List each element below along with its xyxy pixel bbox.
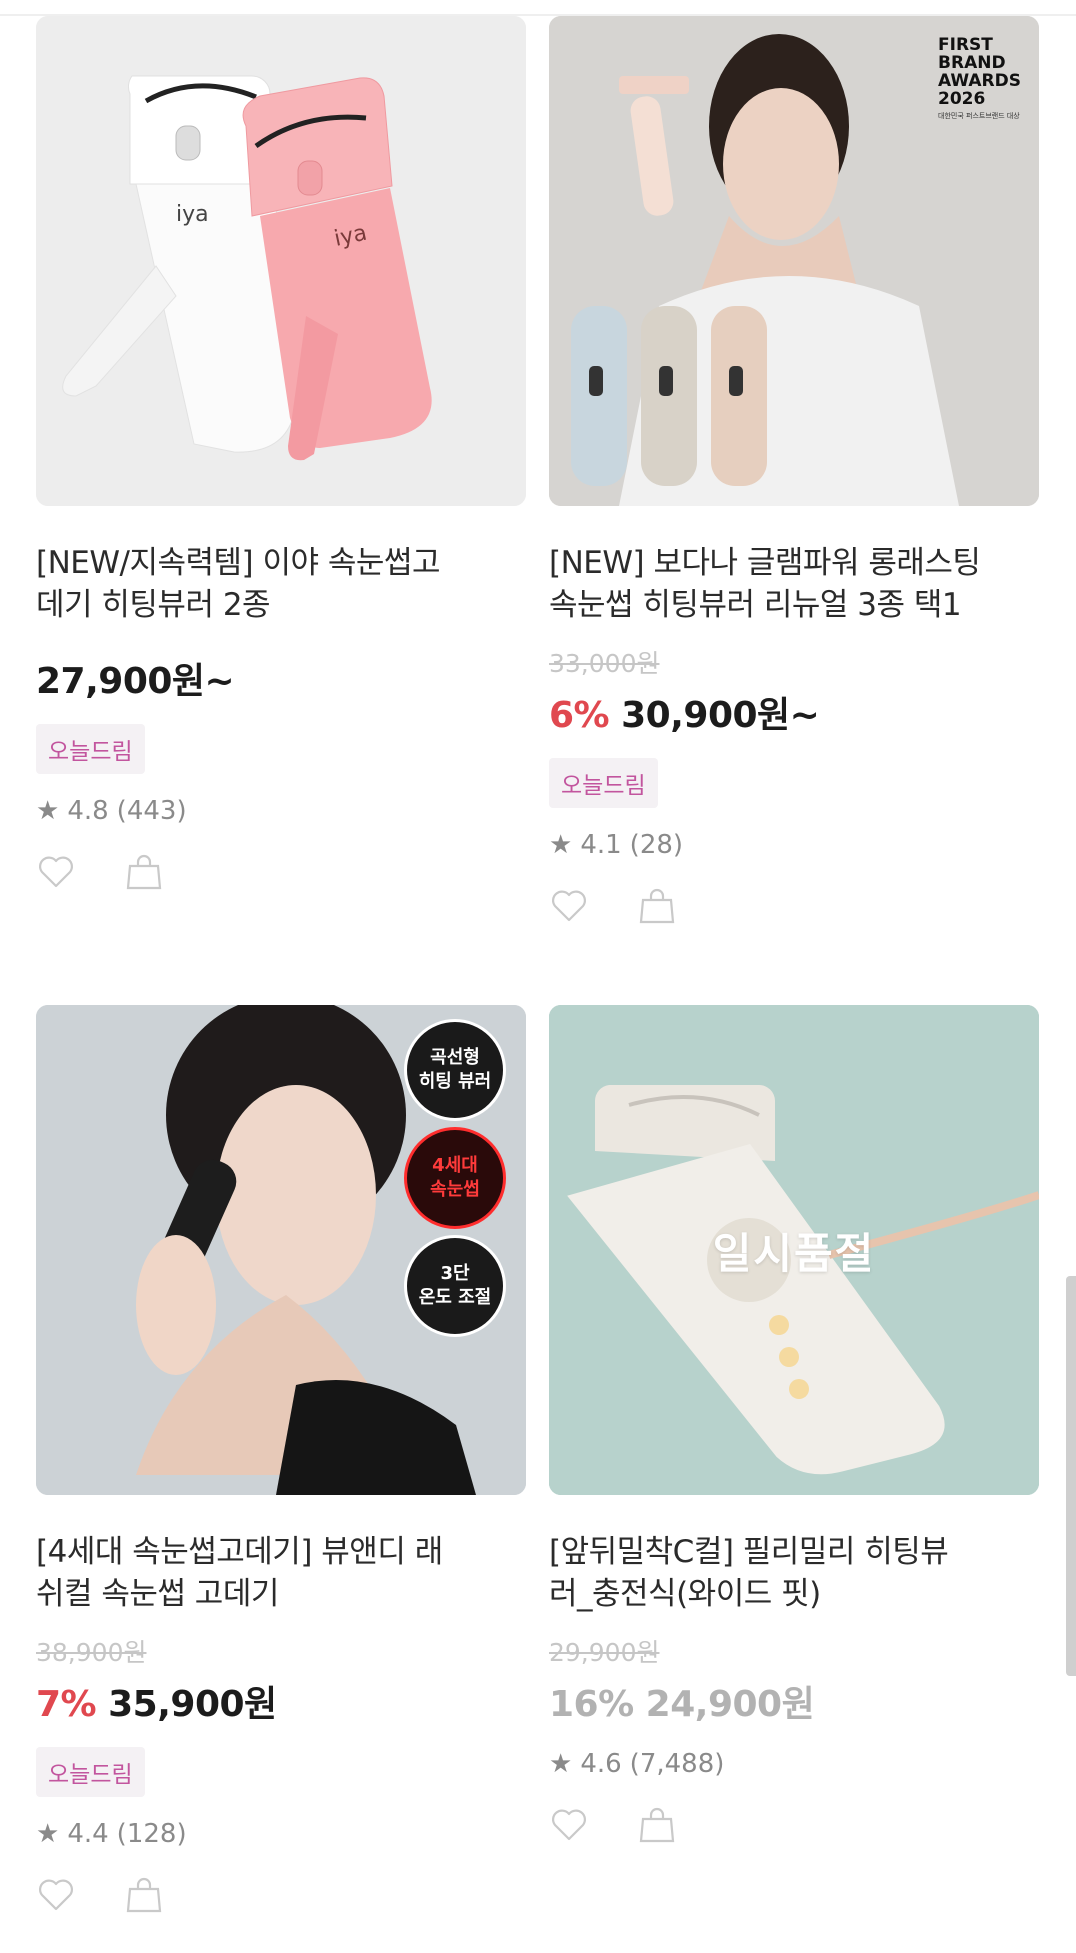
- feature-badge-2: 4세대 속눈썹: [404, 1127, 506, 1229]
- rating-value: 4.6: [580, 1749, 622, 1779]
- delivery-badge: 오늘드림: [549, 758, 658, 808]
- card-actions: [549, 886, 1039, 926]
- award-badge: FIRST BRAND AWARDS 2026 대한민국 퍼스트브랜드 대상: [938, 36, 1021, 121]
- award-line-1: FIRST: [938, 35, 993, 55]
- card-actions: [36, 852, 526, 892]
- product-image[interactable]: iya iya: [36, 16, 526, 506]
- original-price: 29,900원: [549, 1638, 660, 1667]
- delivery-badge: 오늘드림: [36, 1747, 145, 1797]
- product-title[interactable]: [앞뒤밀착C컬] 필리밀리 히팅뷰 러_충전식(와이드 핏): [549, 1531, 1039, 1615]
- star-icon: ★: [549, 830, 573, 860]
- sale-price: 27,900원~: [36, 661, 235, 702]
- review-count: (443): [116, 796, 187, 826]
- soldout-label: 일시품절: [712, 1228, 876, 1278]
- discount-rate: 6%: [549, 695, 610, 736]
- shopping-bag-icon[interactable]: [124, 852, 164, 892]
- discount-rate: 7%: [36, 1684, 97, 1725]
- product-title[interactable]: [NEW] 보다나 글램파워 롱래스팅 속눈썹 히팅뷰러 리뉴얼 3종 택1: [549, 542, 1039, 626]
- rating-value: 4.8: [67, 796, 109, 826]
- star-icon: ★: [549, 1749, 573, 1779]
- star-icon: ★: [36, 796, 60, 826]
- card-actions: [549, 1805, 1039, 1845]
- sale-price: 24,900원: [645, 1684, 815, 1725]
- award-line-3: AWARDS: [938, 71, 1021, 91]
- shopping-bag-icon[interactable]: [124, 1875, 164, 1915]
- price-row: 27,900원~: [36, 652, 526, 704]
- heart-icon[interactable]: [549, 1805, 589, 1845]
- product-title[interactable]: [NEW/지속력템] 이야 속눈썹고 데기 히팅뷰러 2종: [36, 542, 526, 626]
- card-actions: [36, 1875, 526, 1915]
- product-card-2[interactable]: FIRST BRAND AWARDS 2026 대한민국 퍼스트브랜드 대상 […: [549, 16, 1039, 926]
- rating-row: ★ 4.1 (28): [549, 830, 1039, 860]
- rating-value: 4.1: [580, 830, 622, 860]
- award-line-4: 2026: [938, 89, 986, 109]
- star-icon: ★: [36, 1819, 60, 1849]
- review-count: (128): [116, 1819, 187, 1849]
- scrollbar[interactable]: [1066, 1276, 1076, 1676]
- award-line-2: BRAND: [938, 53, 1006, 73]
- sale-price: 30,900원~: [621, 695, 820, 736]
- sale-price: 35,900원: [108, 1684, 277, 1725]
- price-row: 16% 24,900원: [549, 1675, 1039, 1727]
- product-image[interactable]: 곡선형 히팅 뷰러 4세대 속눈썹 3단 온도 조절: [36, 1005, 526, 1495]
- award-subtitle: 대한민국 퍼스트브랜드 대상: [938, 112, 1020, 120]
- discount-rate: 16%: [549, 1684, 634, 1725]
- heart-icon[interactable]: [36, 852, 76, 892]
- shopping-bag-icon[interactable]: [637, 1805, 677, 1845]
- review-count: (7,488): [629, 1749, 725, 1779]
- brand-logo-text: iya: [176, 202, 209, 227]
- price-row: 6% 30,900원~: [549, 686, 1039, 738]
- product-card-1[interactable]: iya iya [NEW/지속력템] 이야 속눈썹고 데기 히팅뷰러 2종 27…: [36, 16, 526, 892]
- product-card-4[interactable]: 일시품절 [앞뒤밀착C컬] 필리밀리 히팅뷰 러_충전식(와이드 핏) 29,9…: [549, 1005, 1039, 1845]
- eyelash-curler-illustration: iya iya: [36, 16, 526, 506]
- rating-row: ★ 4.8 (443): [36, 796, 526, 826]
- product-image[interactable]: FIRST BRAND AWARDS 2026 대한민국 퍼스트브랜드 대상: [549, 16, 1039, 506]
- original-price: 33,000원: [549, 649, 660, 678]
- product-image[interactable]: 일시품절: [549, 1005, 1039, 1495]
- price-row: 7% 35,900원: [36, 1675, 526, 1727]
- product-title[interactable]: [4세대 속눈썹고데기] 뷰앤디 래 쉬컬 속눈썹 고데기: [36, 1531, 526, 1615]
- heart-icon[interactable]: [549, 886, 589, 926]
- delivery-badge: 오늘드림: [36, 724, 145, 774]
- heart-icon[interactable]: [36, 1875, 76, 1915]
- rating-row: ★ 4.6 (7,488): [549, 1749, 1039, 1779]
- feature-badge-3: 3단 온도 조절: [404, 1235, 506, 1337]
- rating-row: ★ 4.4 (128): [36, 1819, 526, 1849]
- original-price: 38,900원: [36, 1638, 147, 1667]
- shopping-bag-icon[interactable]: [637, 886, 677, 926]
- product-card-3[interactable]: 곡선형 히팅 뷰러 4세대 속눈썹 3단 온도 조절 [4세대 속눈썹고데기] …: [36, 1005, 526, 1915]
- rating-value: 4.4: [67, 1819, 109, 1849]
- review-count: (28): [629, 830, 684, 860]
- feature-badge-1: 곡선형 히팅 뷰러: [404, 1019, 506, 1121]
